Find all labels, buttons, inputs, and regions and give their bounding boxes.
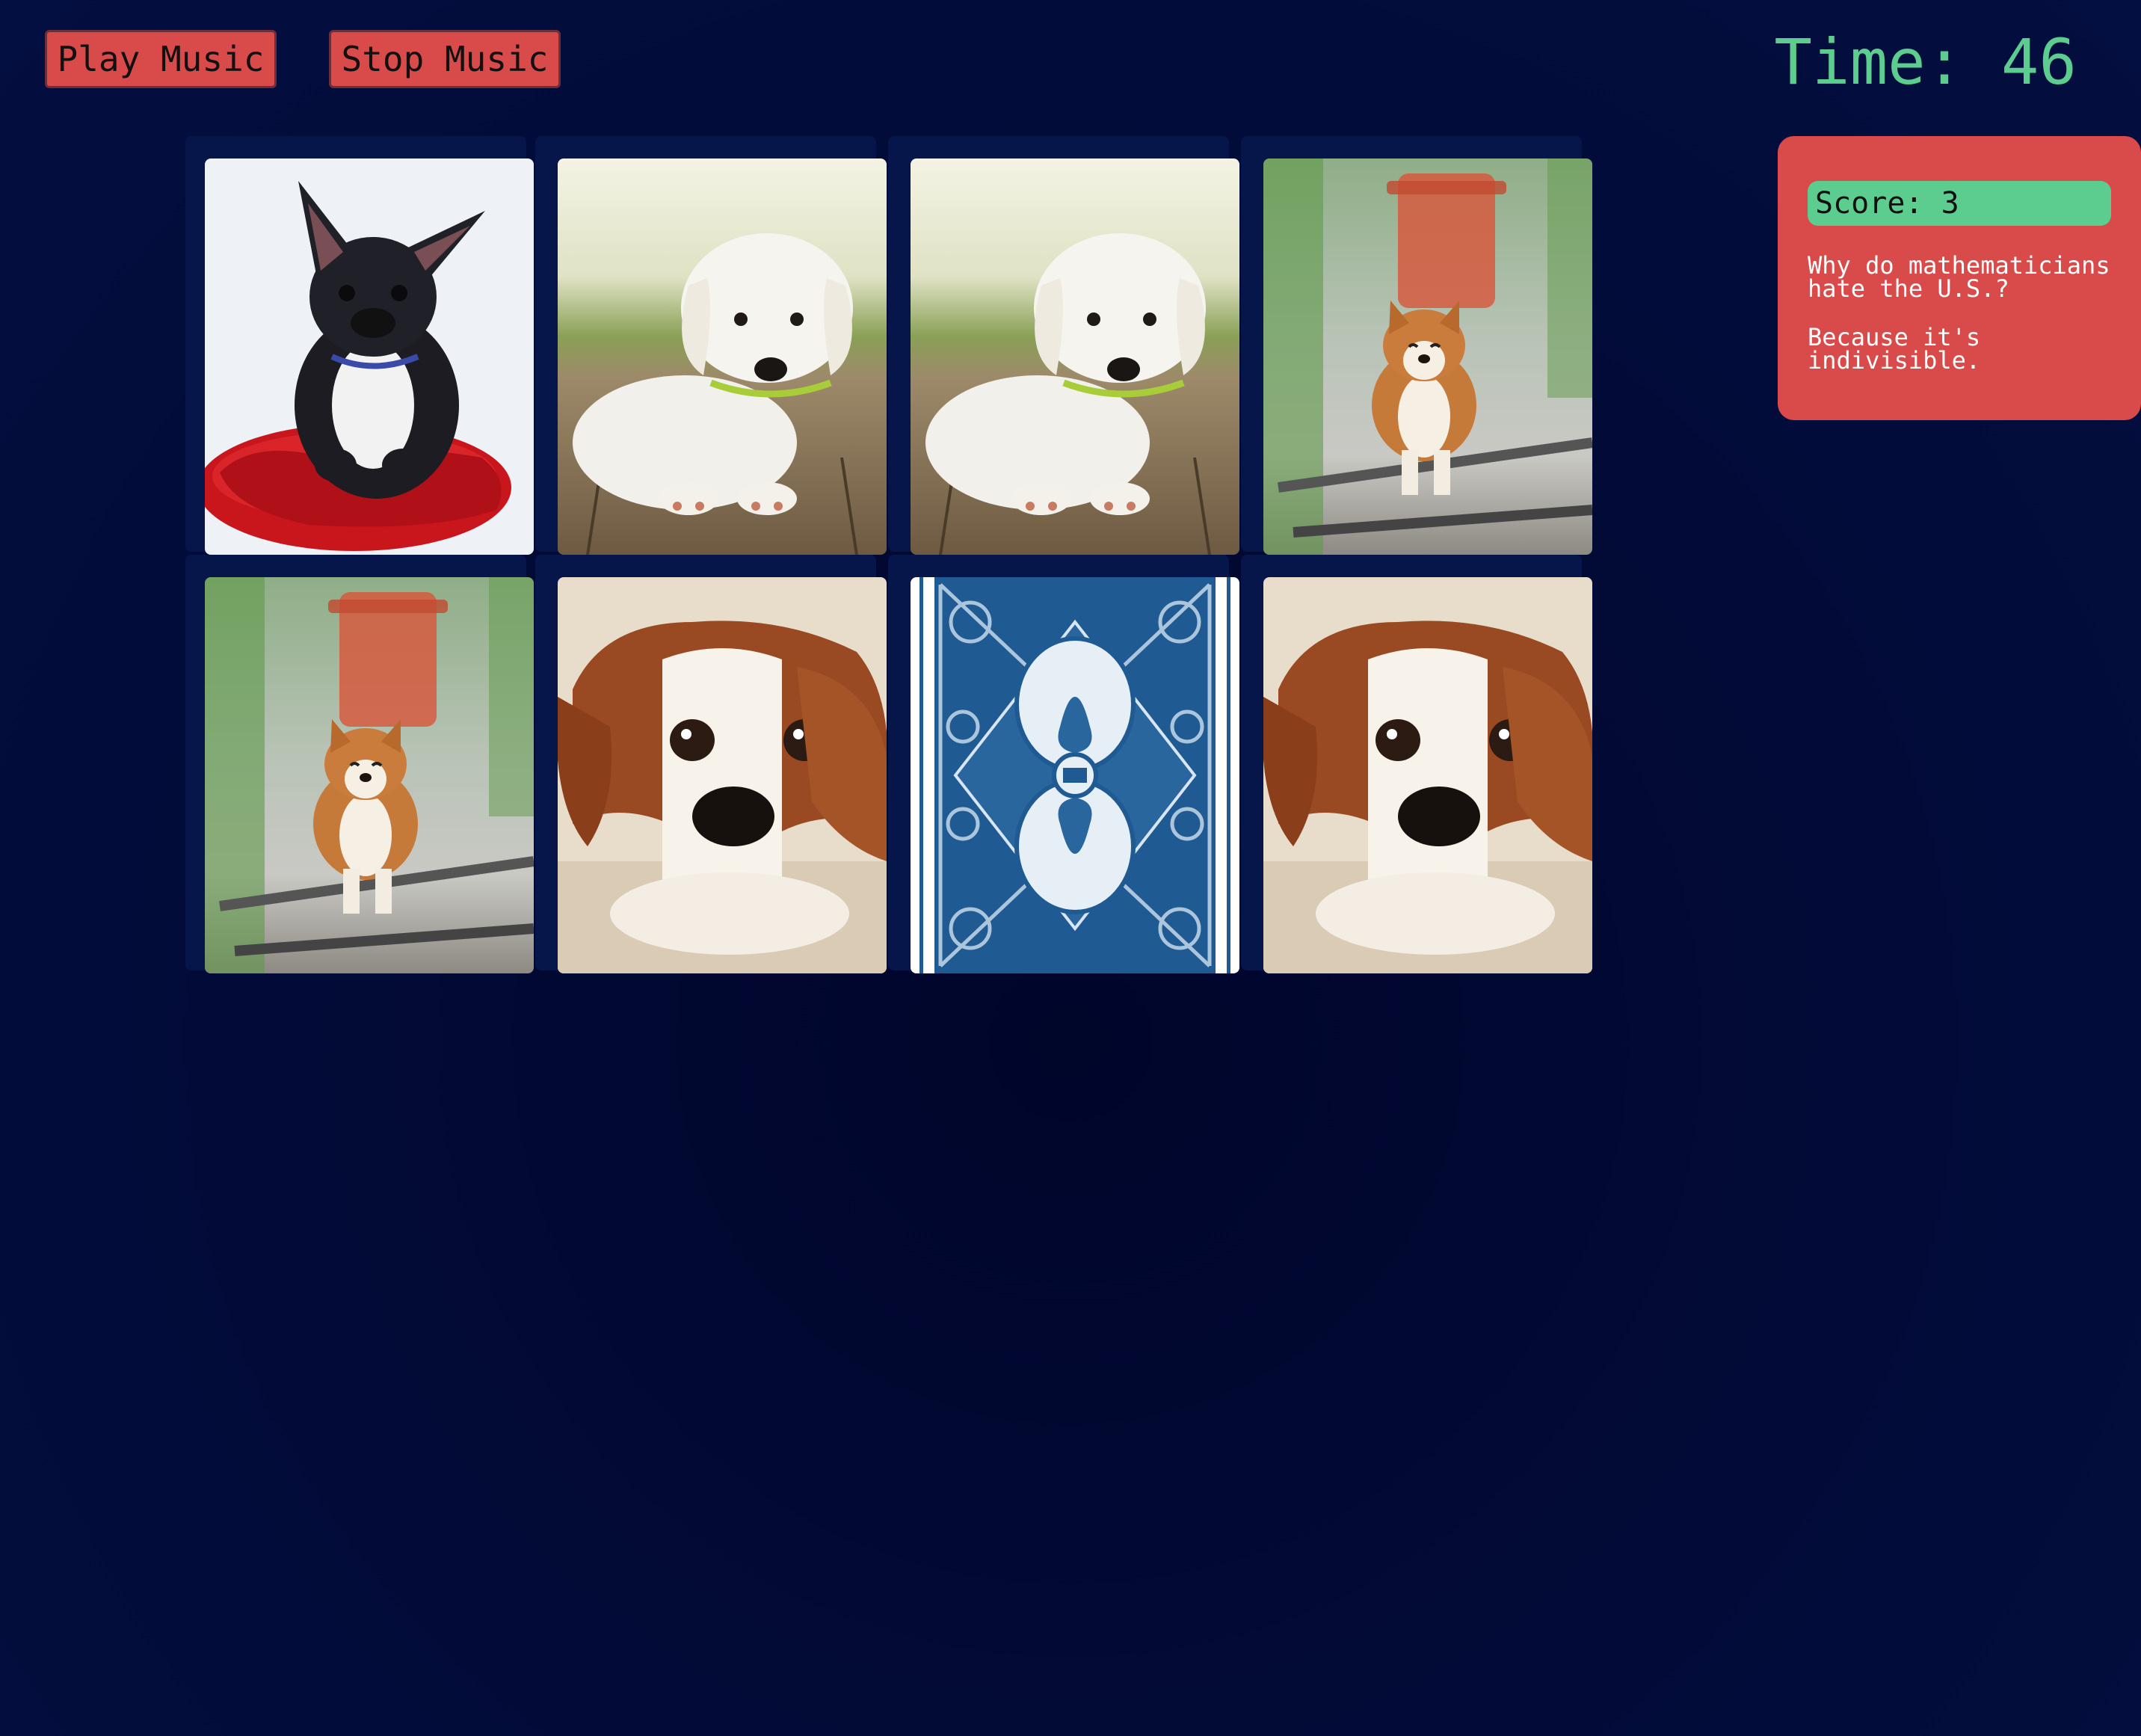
- play-music-button[interactable]: Play Music: [45, 30, 277, 88]
- french-bulldog-photo: [205, 158, 534, 555]
- card-spaniel[interactable]: [558, 577, 887, 973]
- memory-card-board: [185, 136, 1592, 973]
- joke-answer: Because it's indivisible.: [1808, 323, 1981, 375]
- spaniel-photo: [558, 577, 887, 973]
- stop-music-button[interactable]: Stop Music: [329, 30, 561, 88]
- card-french-bulldog[interactable]: [205, 158, 534, 555]
- corgi-photo: [1263, 158, 1592, 555]
- card-face-down[interactable]: [911, 577, 1239, 973]
- card-spaniel[interactable]: [1263, 577, 1592, 973]
- timer-display: Time: 46: [1774, 25, 2077, 99]
- card-white-puppy[interactable]: [911, 158, 1239, 555]
- card-corgi[interactable]: [205, 577, 534, 973]
- corgi-photo: [205, 577, 534, 973]
- card-back-pattern: [911, 577, 1239, 973]
- score-panel: Score: 3 Why do mathematicians hate the …: [1778, 136, 2141, 420]
- white-puppy-photo: [558, 158, 887, 555]
- joke-question: Why do mathematicians hate the U.S.?: [1808, 251, 2110, 303]
- score-display: Score: 3: [1808, 181, 2111, 226]
- card-white-puppy[interactable]: [558, 158, 887, 555]
- card-corgi[interactable]: [1263, 158, 1592, 555]
- white-puppy-photo: [911, 158, 1239, 555]
- spaniel-photo: [1263, 577, 1592, 973]
